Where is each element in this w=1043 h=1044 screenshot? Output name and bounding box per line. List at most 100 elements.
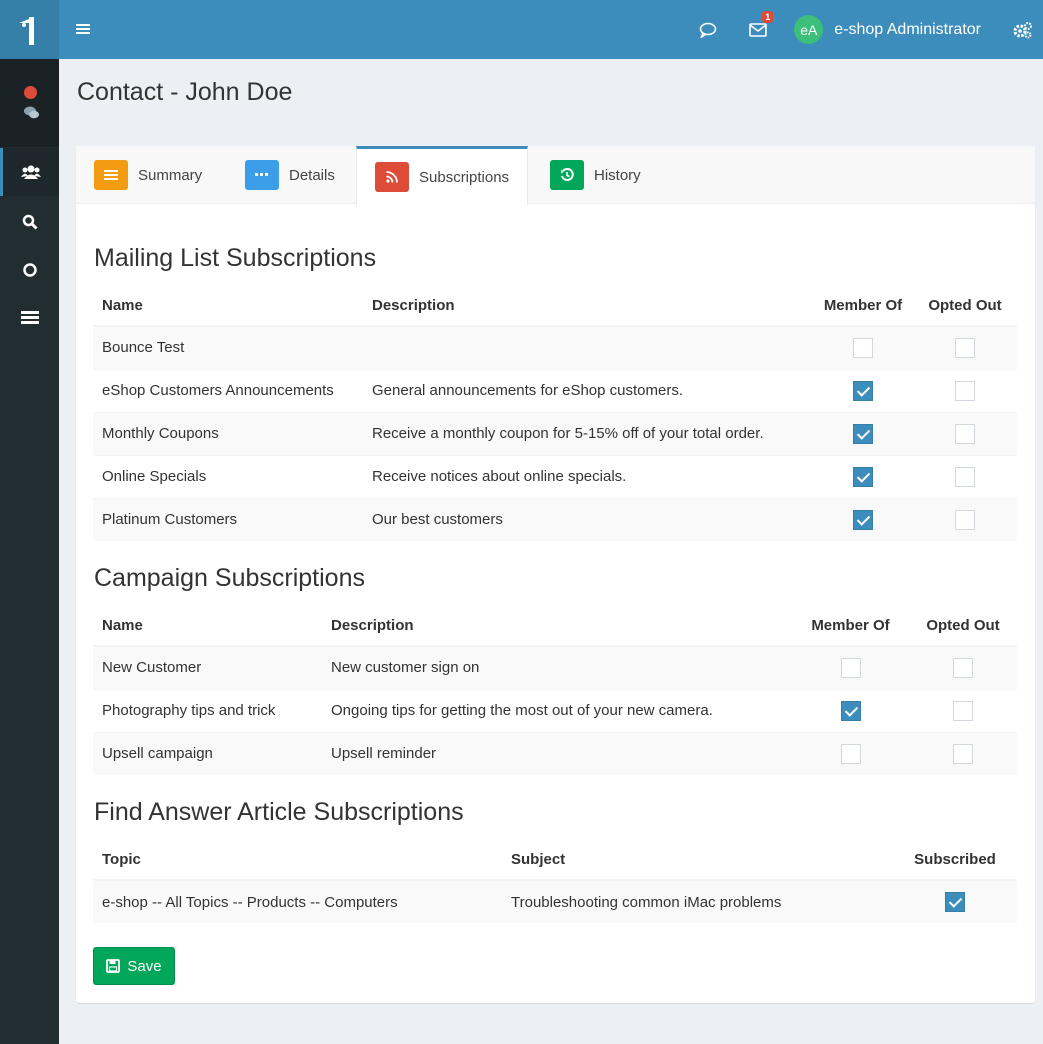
save-button[interactable]: Save (93, 947, 175, 985)
tab-label: Summary (138, 166, 203, 184)
sidebar-item-search[interactable] (0, 198, 59, 246)
sidebar-item-contacts[interactable] (0, 148, 59, 196)
col-description: Description (322, 605, 792, 647)
mailing-section-title: Mailing List Subscriptions (94, 244, 377, 272)
details-icon (245, 160, 279, 190)
opted-out-checkbox[interactable] (953, 657, 973, 678)
user-name[interactable]: e-shop Administrator (834, 21, 981, 39)
chat-bubbles-icon[interactable] (24, 106, 39, 119)
row-topic: e-shop -- All Topics -- Products -- Comp… (93, 879, 502, 923)
search-icon (22, 214, 38, 230)
row-description: Ongoing tips for getting the most out of… (322, 688, 792, 732)
col-topic: Topic (93, 839, 502, 881)
col-name: Name (93, 605, 322, 647)
sidebar-item-circle[interactable] (0, 246, 59, 294)
row-name: Upsell campaign (93, 731, 322, 775)
settings-button[interactable] (1003, 0, 1043, 59)
member-checkbox[interactable] (853, 380, 873, 401)
member-checkbox[interactable] (840, 700, 861, 721)
gears-icon (1013, 21, 1032, 38)
table-row: New Customer New customer sign on (93, 645, 1017, 689)
circle-icon (22, 263, 37, 277)
users-icon (21, 165, 41, 179)
findanswer-section-title: Find Answer Article Subscriptions (94, 798, 464, 826)
opted-out-checkbox[interactable] (953, 743, 973, 764)
tab-label: Subscriptions (419, 168, 510, 186)
campaign-table: Name Description Member Of Opted Out New… (93, 605, 1017, 775)
app-logo[interactable] (0, 0, 59, 59)
floppy-icon (106, 959, 121, 973)
comment-icon (699, 22, 717, 38)
member-checkbox[interactable] (853, 466, 873, 487)
member-checkbox[interactable] (840, 743, 861, 764)
sidebar-chat-area (0, 59, 59, 147)
table-row: Bounce Test (93, 325, 1017, 369)
tab-subscriptions[interactable]: Subscriptions (356, 146, 529, 205)
row-description: Our best customers (363, 497, 813, 541)
row-description: Receive notices about online specials. (363, 454, 813, 498)
menu-toggle-icon[interactable] (75, 21, 91, 37)
summary-icon (94, 160, 128, 190)
row-description (363, 325, 813, 369)
row-name: Monthly Coupons (93, 411, 363, 455)
table-row: Monthly Coupons Receive a monthly coupon… (93, 411, 1017, 455)
tab-details[interactable]: Details (227, 146, 353, 204)
row-description: Receive a monthly coupon for 5-15% off o… (363, 411, 813, 455)
mailing-table: Name Description Member Of Opted Out Bou… (93, 285, 1017, 541)
messages-button[interactable]: 1 (738, 0, 778, 59)
col-subscribed: Subscribed (893, 839, 1017, 881)
opted-out-checkbox[interactable] (955, 337, 975, 358)
envelope-icon (749, 22, 768, 37)
col-member-of: Member Of (813, 285, 913, 327)
save-label: Save (127, 957, 162, 975)
row-name: eShop Customers Announcements (93, 368, 363, 412)
col-opted-out: Opted Out (909, 605, 1017, 647)
history-icon (550, 160, 584, 190)
row-name: New Customer (93, 645, 322, 689)
rss-icon (375, 162, 409, 192)
table-row: Upsell campaign Upsell reminder (93, 731, 1017, 775)
opted-out-checkbox[interactable] (953, 700, 973, 721)
row-description: New customer sign on (322, 645, 792, 689)
opted-out-checkbox[interactable] (955, 509, 975, 530)
chat-button[interactable] (688, 0, 728, 59)
col-opted-out: Opted Out (913, 285, 1017, 327)
member-checkbox[interactable] (853, 423, 873, 444)
campaign-section-title: Campaign Subscriptions (94, 564, 365, 592)
table-row: e-shop -- All Topics -- Products -- Comp… (93, 879, 1017, 923)
col-description: Description (363, 285, 813, 327)
table-row: eShop Customers Announcements General an… (93, 368, 1017, 412)
opted-out-checkbox[interactable] (955, 380, 975, 401)
row-subject: Troubleshooting common iMac problems (502, 879, 893, 923)
member-checkbox[interactable] (853, 337, 873, 358)
table-row: Online Specials Receive notices about on… (93, 454, 1017, 498)
logo-icon (18, 16, 34, 45)
opted-out-checkbox[interactable] (955, 423, 975, 444)
col-name: Name (93, 285, 363, 327)
row-name: Bounce Test (93, 325, 363, 369)
row-name: Online Specials (93, 454, 363, 498)
row-description: Upsell reminder (322, 731, 792, 775)
page-title: Contact - John Doe (77, 78, 293, 106)
tab-label: Details (289, 166, 335, 184)
col-subject: Subject (502, 839, 893, 881)
col-member-of: Member Of (792, 605, 909, 647)
tab-history[interactable]: History (532, 146, 659, 204)
status-dot-icon (24, 86, 37, 99)
subscribed-checkbox[interactable] (945, 892, 965, 912)
topbar: 1 eA e-shop Administrator (59, 0, 1043, 59)
table-row: Photography tips and trick Ongoing tips … (93, 688, 1017, 732)
member-checkbox[interactable] (853, 509, 873, 530)
avatar[interactable]: eA (794, 15, 824, 44)
opted-out-checkbox[interactable] (955, 466, 975, 487)
row-name: Platinum Customers (93, 497, 363, 541)
tab-summary[interactable]: Summary (76, 146, 220, 204)
member-checkbox[interactable] (840, 657, 861, 678)
list-icon (20, 311, 39, 324)
contact-box: Summary Details Subscriptions History Ma… (76, 146, 1035, 1003)
findanswer-table: Topic Subject Subscribed e-shop -- All T… (93, 839, 1017, 923)
row-description: General announcements for eShop customer… (363, 368, 813, 412)
tab-bar: Summary Details Subscriptions History (76, 146, 1035, 205)
sidebar (0, 0, 59, 1044)
sidebar-item-list[interactable] (0, 294, 59, 342)
